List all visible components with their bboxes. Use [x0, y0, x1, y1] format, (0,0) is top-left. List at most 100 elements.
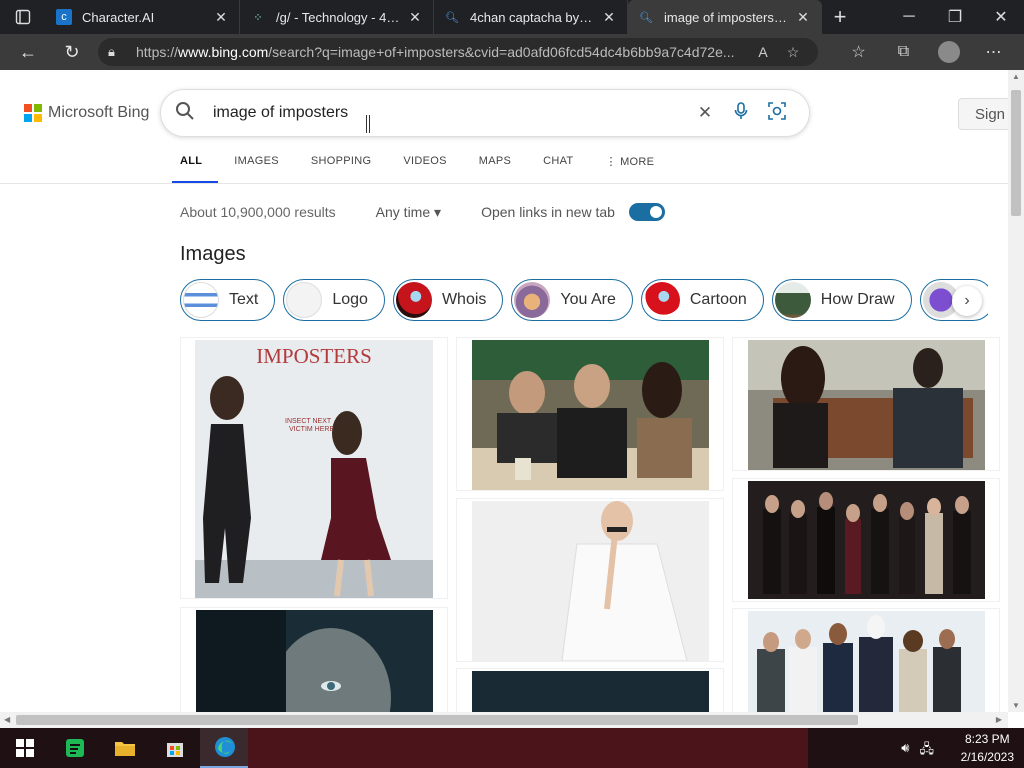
chip-thumbnail [774, 282, 811, 318]
chip-thumbnail [286, 282, 323, 318]
horizontal-scrollbar[interactable]: ◀ ▶ [0, 712, 1008, 728]
close-window-button[interactable]: ✕ [978, 0, 1024, 34]
favorites-icon[interactable]: ☆ [836, 34, 881, 70]
back-button[interactable]: ← [6, 34, 50, 70]
image-result[interactable] [732, 337, 1000, 471]
4chan-icon: ⁘ [253, 11, 263, 24]
chip-label: Logo [332, 291, 368, 308]
taskbar-store[interactable] [150, 728, 200, 768]
scrollbar-thumb[interactable] [16, 715, 858, 725]
scroll-left-icon[interactable]: ◀ [4, 715, 10, 724]
chip-thumbnail [514, 282, 551, 318]
restore-button[interactable]: ❐ [932, 0, 978, 34]
tab-videos[interactable]: VIDEOS [387, 146, 462, 184]
chip-how-draw[interactable]: How Draw [771, 279, 912, 321]
url-text: https://www.bing.com/search?q=image+of+i… [136, 44, 735, 60]
network-icon[interactable]: 🖧 [920, 740, 935, 762]
close-tab-icon[interactable]: ✕ [407, 9, 423, 25]
vertical-scrollbar[interactable]: ▲ ▼ [1008, 70, 1024, 712]
tab-captcha-search[interactable]: 🔍︎ 4chan captacha bypass ✕ [434, 0, 628, 34]
image-result[interactable] [456, 668, 724, 712]
tab-more[interactable]: ⋮ MORE [589, 146, 670, 184]
search-input[interactable]: image of imposters [213, 104, 687, 122]
open-links-toggle[interactable] [628, 203, 665, 221]
chip-thumbnail [643, 282, 680, 318]
taskbar-edge[interactable] [200, 728, 250, 768]
scroll-down-icon[interactable]: ▼ [1012, 701, 1020, 710]
tab-character-ai[interactable]: c Character.AI ✕ [46, 0, 240, 34]
tab-maps[interactable]: MAPS [463, 146, 527, 184]
store-icon [167, 743, 183, 757]
svg-text:VICTIM HERE: VICTIM HERE [289, 426, 334, 433]
chip-cartoon[interactable]: Cartoon [640, 279, 764, 321]
close-tab-icon[interactable]: ✕ [795, 9, 811, 25]
more-menu-icon[interactable]: ⋯ [971, 34, 1016, 70]
add-favorite-icon[interactable]: ☆ [778, 44, 808, 61]
character-ai-icon: c [56, 9, 72, 25]
image-result[interactable] [732, 478, 1000, 602]
clear-icon[interactable]: ✕ [687, 103, 723, 123]
taskbar-clock[interactable]: 8:23 PM 2/16/2023 [961, 730, 1014, 766]
taskbar-app-spotify[interactable] [50, 728, 100, 768]
tab-imposters-search[interactable]: 🔍︎ image of imposters - Se ✕ [628, 0, 822, 34]
chip-text[interactable]: Text [180, 279, 276, 321]
tab-title: /g/ - Technology - 4cha [276, 9, 401, 25]
tab-images[interactable]: IMAGES [218, 146, 295, 184]
lock-icon: 🔒︎ [108, 44, 115, 59]
business-team-image [748, 611, 985, 712]
clock-date: 2/16/2023 [960, 750, 1014, 764]
image-result[interactable]: IMPOSTERS INSECT NEXT VICTIM HERE [180, 337, 448, 599]
profile-button[interactable] [926, 34, 971, 70]
chip-whois[interactable]: Whois [392, 279, 504, 321]
tab-4chan-technology[interactable]: ⁘ /g/ - Technology - 4cha ✕ [240, 0, 434, 34]
toolbar-right: ☆ ⧉ ⋯ [836, 34, 1016, 70]
tab-title: Character.AI [82, 9, 155, 25]
chip-label: You Are [560, 291, 616, 308]
search-box[interactable]: image of imposters ✕ [160, 89, 810, 137]
windows-logo-icon [16, 739, 34, 757]
scroll-up-icon[interactable]: ▲ [1012, 72, 1020, 81]
volume-icon[interactable]: 🔊︎ [901, 740, 909, 762]
close-tab-icon[interactable]: ✕ [601, 9, 617, 25]
tab-title: 4chan captacha bypass [470, 9, 595, 25]
divider [0, 183, 1008, 184]
sign-in-button[interactable]: Sign i [958, 98, 1008, 130]
related-chips: Text Logo Whois You Are Cartoon How Draw [180, 279, 988, 321]
read-aloud-icon[interactable]: A [748, 44, 778, 60]
image-result[interactable] [456, 337, 724, 491]
address-bar[interactable]: 🔒︎ https://www.bing.com/search?q=image+o… [98, 38, 818, 66]
taskbar-file-explorer[interactable] [100, 728, 150, 768]
scroll-right-icon[interactable]: ▶ [996, 715, 1002, 724]
chip-you-are[interactable]: You Are [511, 279, 633, 321]
image-result[interactable] [180, 607, 448, 712]
start-button[interactable] [0, 728, 50, 768]
window-controls: ─ ❐ ✕ [886, 0, 1024, 34]
tab-chat[interactable]: CHAT [527, 146, 589, 184]
image-result[interactable] [456, 498, 724, 662]
results-toolbar: About 10,900,000 results Any time ▾ Open… [180, 203, 665, 221]
images-heading[interactable]: Images [180, 243, 246, 266]
tab-all[interactable]: ALL [172, 146, 219, 184]
dark-image [472, 671, 709, 712]
bing-logo[interactable]: Microsoft Bing [24, 104, 149, 122]
edge-icon [215, 737, 235, 757]
visual-search-icon[interactable] [759, 101, 795, 126]
new-tab-button[interactable]: + [822, 0, 858, 34]
minimize-button[interactable]: ─ [886, 0, 932, 34]
any-time-dropdown[interactable]: Any time ▾ [376, 204, 441, 221]
image-result[interactable] [732, 608, 1000, 712]
close-tab-icon[interactable]: ✕ [213, 9, 229, 25]
chip-thumbnail [183, 282, 219, 318]
microsoft-logo-icon [24, 104, 42, 122]
tab-actions-button[interactable] [0, 0, 46, 34]
collections-icon[interactable]: ⧉ [881, 34, 926, 70]
scrollbar-thumb[interactable] [1011, 90, 1021, 216]
chevron-right-icon[interactable]: › [952, 286, 982, 316]
woman-face-shadow-image [196, 610, 433, 712]
bing-page: Microsoft Bing image of imposters ✕ Sign… [0, 70, 1008, 712]
tab-shopping[interactable]: SHOPPING [295, 146, 387, 184]
chip-label: Cartoon [689, 291, 747, 308]
refresh-button[interactable]: ↻ [50, 34, 94, 70]
microphone-icon[interactable] [723, 101, 759, 125]
chip-logo[interactable]: Logo [283, 279, 385, 321]
